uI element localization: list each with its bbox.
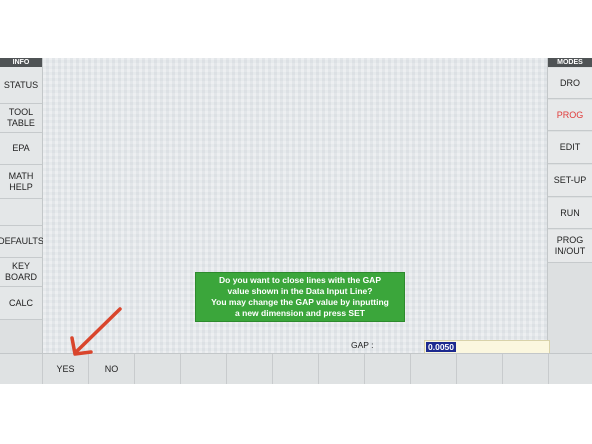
modes-header: MODES [548,58,592,67]
info-header: INFO [0,58,42,67]
soft-key-6[interactable] [273,354,319,384]
epa-button[interactable]: EPA [0,133,42,165]
soft-key-11[interactable] [503,354,549,384]
modes-panel: MODES DRO PROG EDIT SET-UP RUN PROG IN/O… [547,58,592,354]
gap-prompt-dialog: Do you want to close lines with the GAP … [195,272,405,322]
defaults-button[interactable]: DEFAULTS [0,226,44,258]
mode-setup-button[interactable]: SET-UP [548,165,592,197]
red-arrow-icon [70,307,122,356]
soft-key-12[interactable] [549,354,592,384]
math-help-button[interactable]: MATH HELP [0,165,42,199]
status-button[interactable]: STATUS [0,67,42,104]
mode-prog-button[interactable]: PROG [548,100,592,131]
dialog-line-3: You may change the GAP value by inputtin… [211,297,389,307]
calc-button[interactable]: CALC [0,287,42,320]
soft-key-9[interactable] [411,354,457,384]
keyboard-button[interactable]: KEY BOARD [0,258,42,287]
soft-key-3[interactable] [135,354,181,384]
mode-dro-button[interactable]: DRO [548,68,592,99]
info-panel: INFO STATUS TOOL TABLE EPA MATH HELP DEF… [0,58,44,354]
dialog-line-4: a new dimension and press SET [235,308,365,318]
soft-key-blank-left[interactable] [0,354,43,384]
dialog-line-1: Do you want to close lines with the GAP [219,275,381,285]
data-input-line[interactable]: 0.0050 [424,340,550,354]
gap-value: 0.0050 [426,342,456,352]
tool-table-button[interactable]: TOOL TABLE [0,104,42,133]
mode-edit-button[interactable]: EDIT [548,132,592,164]
mode-prog-in-out-button[interactable]: PROG IN/OUT [548,230,592,263]
blank-info-button[interactable] [0,199,42,226]
soft-key-10[interactable] [457,354,503,384]
soft-key-8[interactable] [365,354,411,384]
dialog-line-2: value shown in the Data Input Line? [227,286,373,296]
soft-key-4[interactable] [181,354,227,384]
gap-label: GAP : [351,340,374,350]
mode-run-button[interactable]: RUN [548,198,592,229]
soft-key-5[interactable] [227,354,273,384]
soft-key-7[interactable] [319,354,365,384]
